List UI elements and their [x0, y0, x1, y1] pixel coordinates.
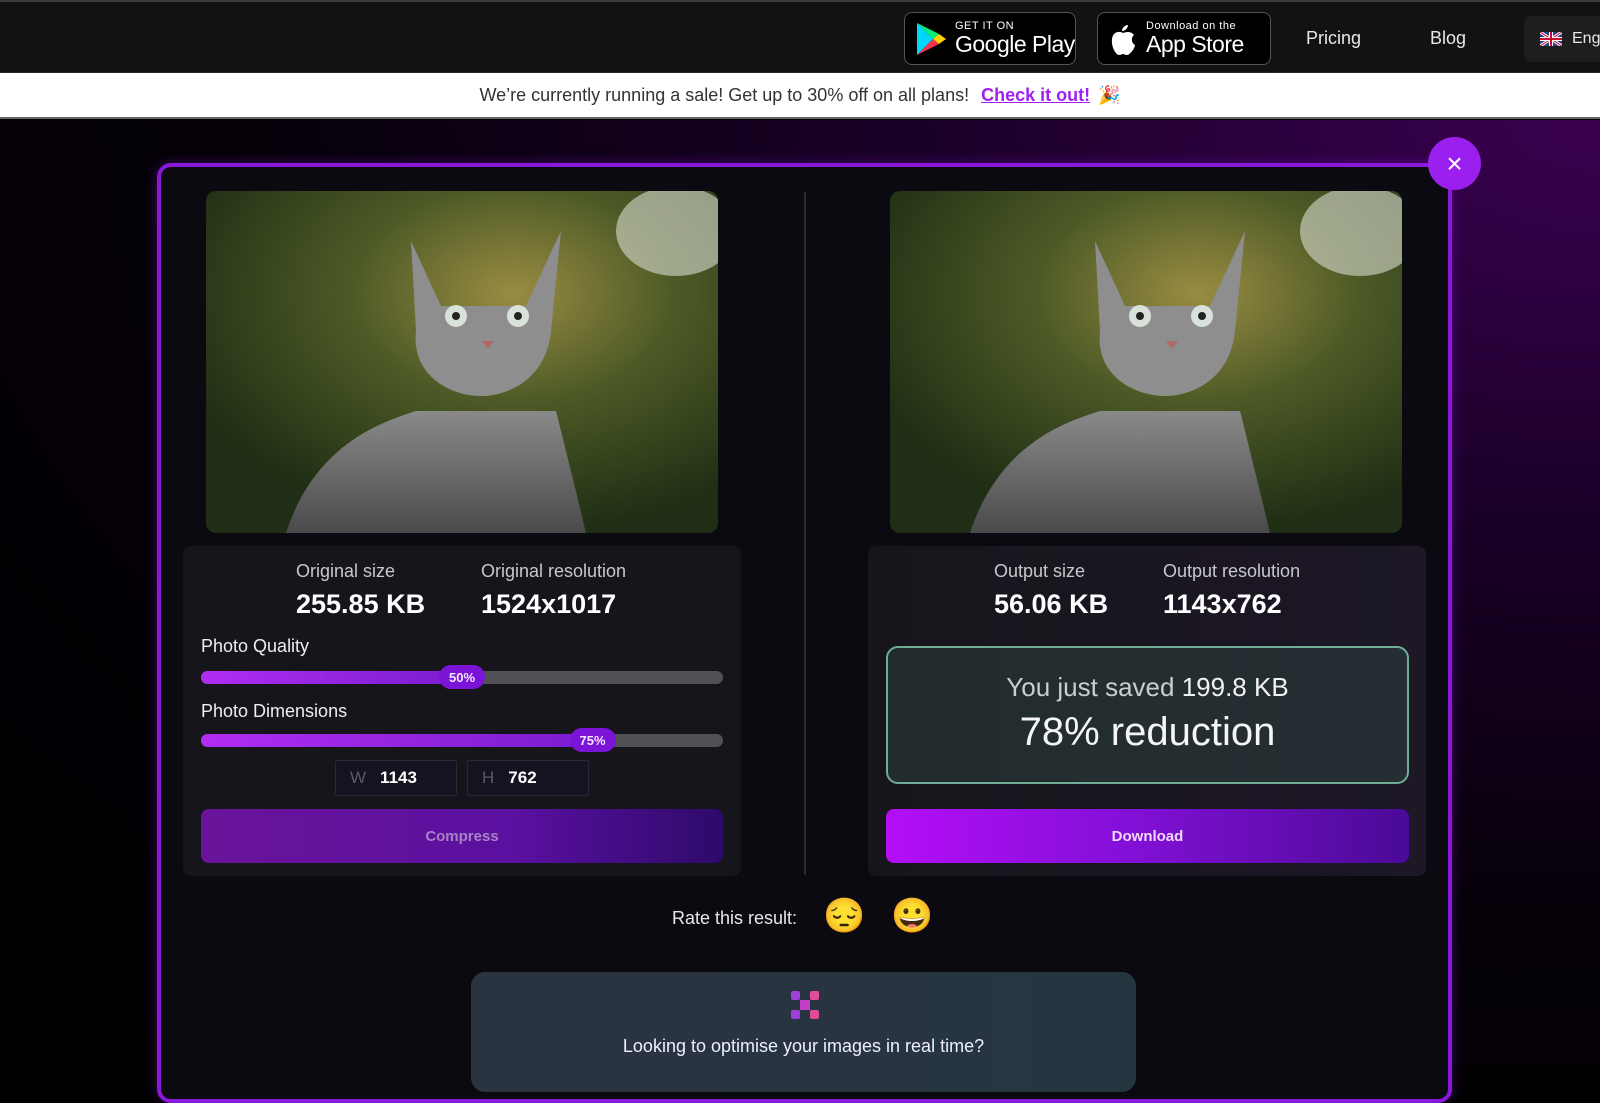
output-results-panel: Output size 56.06 KB Output resolution 1… [868, 546, 1426, 876]
nav-link-blog[interactable]: Blog [1430, 28, 1466, 49]
width-value: 1143 [380, 768, 417, 787]
output-resolution-value: 1143x762 [1163, 589, 1282, 619]
original-settings-panel: Original size 255.85 KB Original resolut… [183, 546, 741, 876]
apple-icon [1111, 24, 1135, 55]
sale-banner: We’re currently running a sale! Get up t… [0, 73, 1600, 119]
app-store-button[interactable]: Download on the App Store [1097, 12, 1271, 65]
cat-photo-original [206, 191, 718, 533]
photo-quality-thumb[interactable]: 50% [439, 665, 485, 689]
happy-face-icon[interactable]: 😀 [891, 896, 933, 936]
promo-text: Looking to optimise your images in real … [622, 1036, 985, 1056]
width-prefix: W [350, 768, 367, 787]
download-button[interactable]: Download [886, 809, 1409, 863]
reduction-percent: 78% reduction [1019, 710, 1276, 754]
original-resolution-value: 1524x1017 [481, 589, 617, 619]
google-play-icon [917, 22, 946, 55]
party-popper-icon: 🎉 [1098, 84, 1121, 105]
photo-quality-slider[interactable]: 50% [201, 665, 723, 689]
nav-link-pricing[interactable]: Pricing [1306, 28, 1361, 49]
rate-label: Rate this result: [672, 908, 798, 928]
height-input[interactable]: H 762 [467, 760, 589, 796]
original-size-label: Original size [296, 561, 396, 581]
top-nav: GET IT ON Google Play Download on the Ap… [0, 0, 1600, 73]
saved-prefix: You just saved [1006, 672, 1175, 702]
sad-face-icon[interactable]: 😔 [823, 896, 865, 936]
width-input[interactable]: W 1143 [335, 760, 457, 796]
saved-amount: 199.8 KB [1181, 672, 1289, 702]
app-store-label: App Store [1146, 31, 1244, 57]
realtime-promo-card: Looking to optimise your images in real … [471, 972, 1136, 1092]
pixel-logo-icon [791, 991, 819, 1019]
original-photo [206, 191, 718, 533]
close-button[interactable]: × [1428, 137, 1481, 190]
output-resolution-label: Output resolution [1163, 561, 1301, 581]
language-label: Eng [1572, 30, 1600, 47]
photo-dimensions-thumb[interactable]: 75% [569, 728, 616, 752]
compress-button[interactable]: Compress [201, 809, 723, 863]
sale-message: We’re currently running a sale! Get up t… [479, 84, 970, 105]
google-play-label: Google Play [955, 31, 1075, 57]
height-value: 762 [508, 768, 537, 787]
output-size-value: 56.06 KB [994, 589, 1109, 619]
output-size-label: Output size [994, 561, 1086, 581]
close-icon: × [1446, 147, 1463, 179]
original-resolution-label: Original resolution [481, 561, 627, 581]
cat-photo-output [890, 191, 1402, 533]
photo-quality-fill [201, 671, 462, 684]
savings-summary: You just saved 199.8 KB 78% reduction [886, 646, 1409, 784]
height-prefix: H [482, 768, 495, 787]
sale-link[interactable]: Check it out! [981, 85, 1090, 106]
photo-dimensions-slider[interactable]: 75% [201, 728, 723, 752]
photo-dimensions-label: Photo Dimensions [201, 701, 348, 721]
original-size-value: 255.85 KB [296, 589, 426, 619]
language-selector[interactable]: Eng [1524, 16, 1600, 62]
photo-dimensions-fill [201, 734, 593, 747]
photo-quality-label: Photo Quality [201, 636, 310, 656]
column-divider [804, 192, 806, 875]
saved-line: You just saved 199.8 KB [888, 672, 1407, 703]
output-photo [890, 191, 1402, 533]
google-play-button[interactable]: GET IT ON Google Play [904, 12, 1076, 65]
uk-flag-icon [1540, 32, 1562, 46]
